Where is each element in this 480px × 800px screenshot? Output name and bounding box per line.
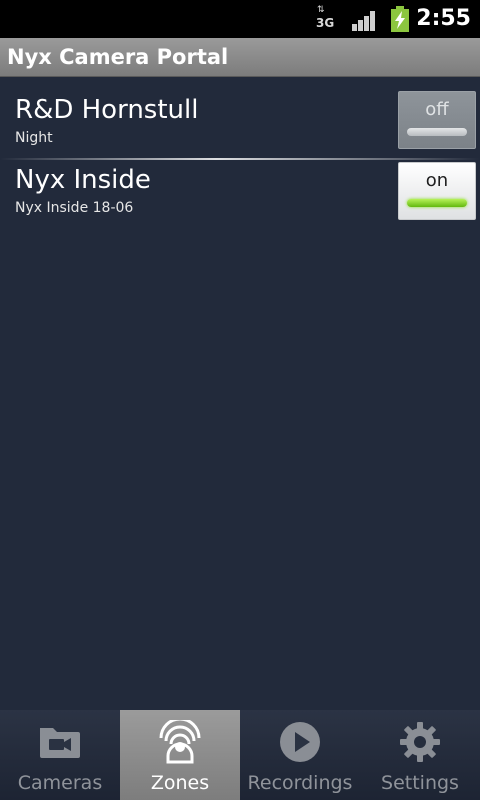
toggle-indicator xyxy=(407,128,467,136)
network-3g-icon: ⇅ 3G xyxy=(316,5,335,31)
zone-toggle-button[interactable]: off xyxy=(398,91,476,149)
zone-row[interactable]: R&D Hornstull Night off xyxy=(0,77,480,157)
signal-strength-icon xyxy=(350,9,378,31)
tab-zones[interactable]: Zones xyxy=(120,710,240,800)
tab-recordings[interactable]: Recordings xyxy=(240,710,360,800)
status-clock: 2:55 xyxy=(416,6,471,31)
status-bar: ⇅ 3G 2:55 xyxy=(0,0,480,38)
network-label: 3G xyxy=(316,16,335,30)
tab-label: Cameras xyxy=(17,772,103,794)
list-divider xyxy=(0,158,480,160)
tab-label: Recordings xyxy=(247,772,353,794)
camera-folder-icon xyxy=(40,728,80,758)
play-icon xyxy=(280,722,320,762)
zone-subtitle: Night xyxy=(15,130,53,146)
zone-name: Nyx Inside xyxy=(15,165,151,195)
app-title-bar: Nyx Camera Portal xyxy=(0,38,480,77)
zone-list: R&D Hornstull Night off Nyx Inside Nyx I… xyxy=(0,77,480,224)
zone-row[interactable]: Nyx Inside Nyx Inside 18-06 on xyxy=(0,157,480,224)
zone-name: R&D Hornstull xyxy=(15,95,199,125)
toggle-label: off xyxy=(425,99,449,120)
battery-charging-icon xyxy=(390,6,410,32)
toggle-indicator xyxy=(407,199,467,207)
tab-settings[interactable]: Settings xyxy=(360,710,480,800)
app-title: Nyx Camera Portal xyxy=(7,45,229,69)
tab-label: Settings xyxy=(381,772,459,794)
zone-subtitle: Nyx Inside 18-06 xyxy=(15,200,134,216)
gear-icon xyxy=(400,722,440,762)
tab-label: Zones xyxy=(150,772,210,794)
toggle-label: on xyxy=(425,170,449,191)
bottom-tab-bar: Cameras Zones Recordings Settings xyxy=(0,710,480,800)
tab-cameras[interactable]: Cameras xyxy=(0,710,120,800)
zone-toggle-button[interactable]: on xyxy=(398,162,476,220)
zones-icon xyxy=(159,720,201,764)
